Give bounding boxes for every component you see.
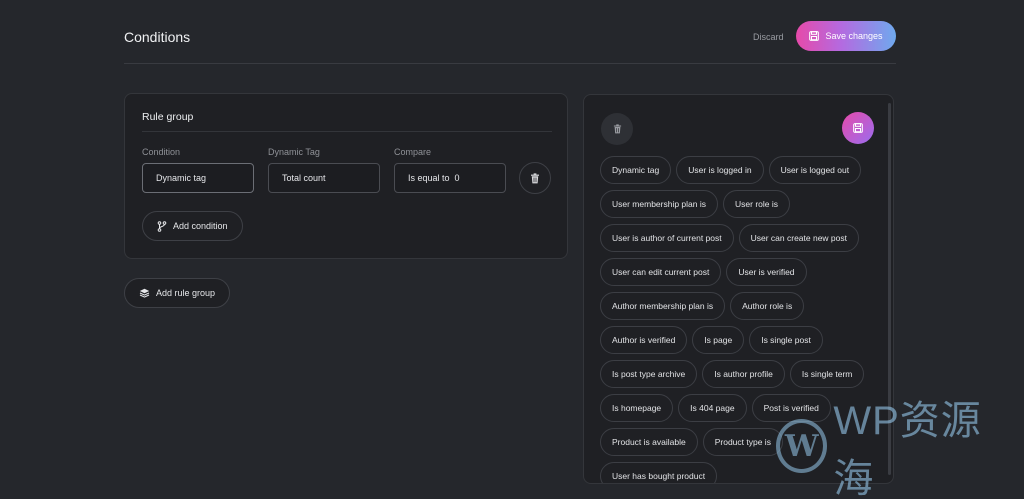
condition-chip[interactable]: User can edit current post — [600, 258, 722, 286]
condition-chip[interactable]: Author is verified — [600, 326, 688, 354]
rule-group-title: Rule group — [142, 111, 194, 123]
save-icon — [853, 123, 863, 133]
condition-chip[interactable]: User role is — [723, 190, 790, 218]
condition-chip[interactable]: User can create new post — [738, 224, 859, 252]
delete-condition-button[interactable] — [519, 162, 551, 194]
rule-group-card: Rule group Condition Dynamic Tag Compare… — [124, 93, 568, 259]
add-condition-label: Add condition — [173, 221, 228, 231]
condition-chip[interactable]: User has bought product — [600, 462, 718, 483]
page-title: Conditions — [124, 29, 191, 45]
condition-select[interactable]: Dynamic tag — [142, 163, 254, 193]
dynamic-tag-select[interactable]: Total count — [268, 163, 380, 193]
condition-chip[interactable]: Product is available — [600, 428, 698, 456]
save-changes-label: Save changes — [825, 31, 883, 41]
condition-chip[interactable]: User is logged out — [768, 156, 862, 184]
condition-chip-list: Dynamic tag User is logged in User is lo… — [600, 156, 878, 483]
layers-icon — [139, 288, 150, 298]
compare-select[interactable]: Is equal to 0 — [394, 163, 506, 193]
add-rule-group-button[interactable]: Add rule group — [124, 278, 231, 308]
add-condition-button[interactable]: Add condition — [142, 211, 243, 241]
save-icon — [809, 31, 820, 41]
condition-chip[interactable]: Is page — [692, 326, 745, 354]
compare-column-label: Compare — [394, 147, 432, 157]
condition-chip[interactable]: Is author profile — [702, 360, 785, 388]
condition-chip[interactable]: Is single term — [789, 360, 865, 388]
scrollbar[interactable] — [888, 103, 891, 475]
condition-column-label: Condition — [142, 147, 181, 157]
condition-chip[interactable]: Post is verified — [751, 394, 831, 422]
condition-chip[interactable]: Is 404 page — [678, 394, 747, 422]
condition-chip[interactable]: Product type is — [702, 428, 783, 456]
condition-chip[interactable]: User is verified — [726, 258, 807, 286]
trash-icon — [613, 124, 622, 134]
divider — [142, 131, 552, 132]
conditions-panel: Dynamic tag User is logged in User is lo… — [583, 94, 894, 484]
condition-chip[interactable]: Author role is — [730, 292, 805, 320]
condition-chip[interactable]: Dynamic tag — [600, 156, 672, 184]
condition-chip[interactable]: User is logged in — [676, 156, 764, 184]
condition-chip[interactable]: Is single post — [749, 326, 823, 354]
condition-chip[interactable]: User is author of current post — [600, 224, 734, 252]
save-changes-button[interactable]: Save changes — [796, 21, 896, 51]
save-group-button[interactable] — [842, 112, 874, 144]
trash-icon — [530, 172, 540, 184]
add-rule-group-label: Add rule group — [156, 288, 216, 298]
branch-icon — [157, 220, 167, 232]
top-bar: Conditions Discard Save changes — [124, 18, 896, 64]
discard-button[interactable]: Discard — [753, 32, 784, 42]
condition-chip[interactable]: Author membership plan is — [600, 292, 726, 320]
condition-chip[interactable]: Is homepage — [600, 394, 674, 422]
delete-group-button[interactable] — [601, 113, 633, 145]
condition-chip[interactable]: Is post type archive — [600, 360, 698, 388]
dynamic-tag-column-label: Dynamic Tag — [268, 147, 320, 157]
condition-chip[interactable]: User membership plan is — [600, 190, 719, 218]
